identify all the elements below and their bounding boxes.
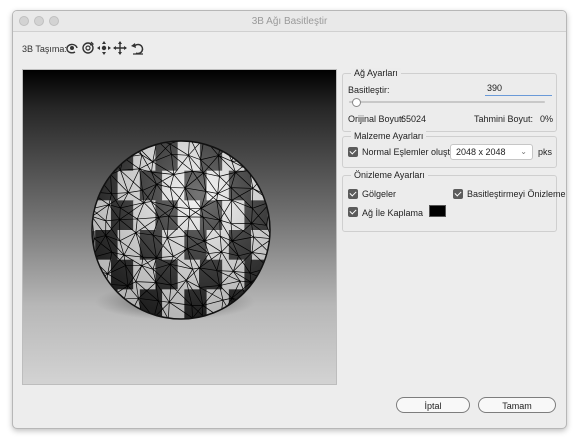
normal-maps-checkbox[interactable] [348,147,358,157]
material-settings-panel: Malzeme Ayarları Normal Eşlemler oluştur… [342,131,557,168]
mesh-settings-legend: Ağ Ayarları [351,68,401,78]
pan-icon[interactable] [96,40,112,56]
simplify-label: Basitleştir: [348,85,390,95]
simplify-slider-thumb[interactable] [351,98,361,107]
chevron-down-icon: ⌄ [520,147,527,156]
3d-mode-label: 3B Taşıma: [22,44,67,54]
simplify-input[interactable]: 390 [485,83,552,96]
preview-simplify-label: Basitleştirmeyi Önizleme [467,189,566,199]
normal-maps-label: Normal Eşlemler oluştur [362,147,459,157]
ok-button[interactable]: Tamam [478,397,556,413]
simplify-slider-track[interactable] [349,101,545,103]
roll-icon[interactable] [80,40,96,56]
pixels-unit-label: pks [538,147,553,157]
sphere-preview-image [91,140,271,320]
wireframe-label: Ağ İle Kaplama [362,208,424,218]
shadows-checkbox[interactable] [348,189,358,199]
original-size-label: Orijinal Boyut: [348,114,405,124]
window-title: 3B Ağı Basitleştir [251,16,328,27]
slide-icon[interactable] [112,40,128,56]
preview-viewport[interactable] [22,69,337,385]
wireframe-color-swatch[interactable] [429,205,446,217]
toolbar: 3B Taşıma: [13,32,566,66]
map-size-value: 2048 x 2048 [456,147,506,157]
dialog-window: 3B Ağı Basitleştir 3B Taşıma: Ağ Ayarlar… [12,10,567,429]
estimated-size-label: Tahmini Boyut: [474,114,534,124]
title-bar: 3B Ağı Basitleştir [13,11,566,32]
cancel-button[interactable]: İptal [396,397,470,413]
wireframe-checkbox[interactable] [348,207,358,217]
mesh-settings-panel: Ağ Ayarları Basitleştir: 390 Orijinal Bo… [342,68,557,132]
preview-settings-panel: Önizleme Ayarları Gölgeler Basitleştirme… [342,170,566,232]
shadows-label: Gölgeler [362,189,397,199]
preview-settings-legend: Önizleme Ayarları [351,170,428,180]
rotate-icon[interactable] [64,40,80,56]
preview-simplify-checkbox[interactable] [453,189,463,199]
map-size-select[interactable]: 2048 x 2048 ⌄ [450,144,533,160]
reset-icon[interactable] [130,40,146,56]
estimated-size-value: 0% [540,114,554,124]
material-settings-legend: Malzeme Ayarları [351,131,427,141]
original-size-value: 65024 [401,114,427,124]
